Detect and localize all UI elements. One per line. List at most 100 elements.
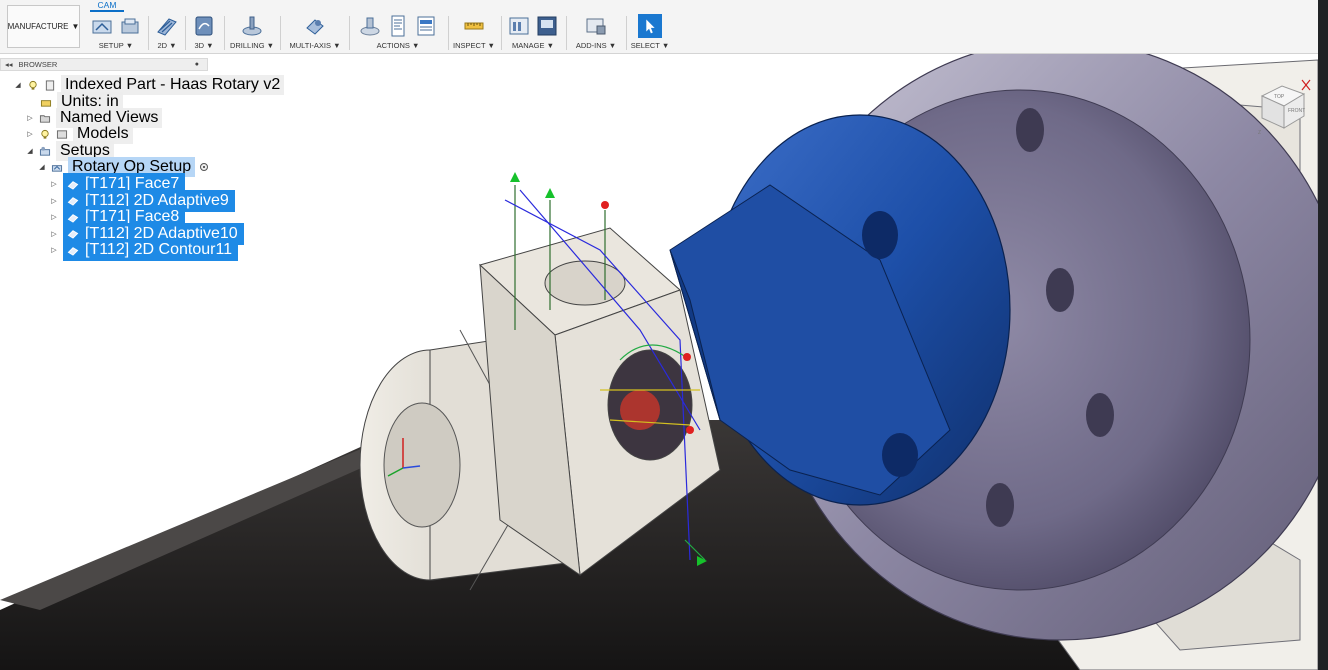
units-icon <box>40 99 52 107</box>
divider <box>626 16 627 50</box>
tab-cam[interactable]: CAM <box>90 0 124 12</box>
contour-op-icon <box>67 246 79 256</box>
tree-root[interactable]: ◢ Indexed Part - Haas Rotary v2 <box>14 75 285 95</box>
3d-viewport[interactable]: TOP FRONT Z <box>0 54 1318 670</box>
machining-scene <box>0 54 1318 670</box>
divider <box>224 16 225 50</box>
select-cursor-icon[interactable] <box>638 14 662 38</box>
named-views-row[interactable]: ▷ Named Views <box>26 108 163 128</box>
active-setup-radio[interactable] <box>200 163 209 171</box>
collapse-icon[interactable]: ◂◂ <box>5 60 13 69</box>
chevron-down-icon: ▼ <box>125 41 134 50</box>
drilling-menu[interactable]: DRILLING ▼ <box>228 41 276 50</box>
browser-panel: ◂◂ BROWSER ● <box>0 58 208 71</box>
simulate-icon[interactable] <box>358 14 382 38</box>
2d-group: 2D ▼ <box>152 14 182 52</box>
3d-menu[interactable]: 3D ▼ <box>188 41 220 50</box>
setup-menu[interactable]: SETUP ▼ <box>88 41 144 50</box>
lightbulb-icon[interactable] <box>39 129 51 140</box>
expand-closed-icon[interactable]: ▷ <box>50 213 58 221</box>
inspect-menu[interactable]: INSPECT ▼ <box>451 41 497 50</box>
expand-closed-icon[interactable]: ▷ <box>26 130 34 138</box>
fusion-cam-window: MANUFACTURE ▼ CAM SETUP ▼ 2D ▼ 3D ▼ DRIL… <box>0 0 1328 670</box>
actions-label: ACTIONS <box>376 41 410 50</box>
post-process-icon[interactable] <box>386 14 410 38</box>
add-ins-menu[interactable]: ADD-INS ▼ <box>570 41 622 50</box>
divider <box>280 16 281 50</box>
browser-header[interactable]: ◂◂ BROWSER ● <box>0 58 208 71</box>
expand-open-icon[interactable]: ◢ <box>14 81 22 89</box>
browser-title: BROWSER <box>18 60 58 69</box>
pin-icon[interactable]: ● <box>195 61 199 68</box>
actions-menu[interactable]: ACTIONS ▼ <box>352 41 444 50</box>
expand-open-icon[interactable]: ◢ <box>38 163 46 171</box>
2d-milling-icon[interactable] <box>155 14 179 38</box>
models-row[interactable]: ▷ Models <box>26 124 133 144</box>
part-bore <box>383 402 461 528</box>
divider <box>148 16 149 50</box>
new-setup-icon[interactable] <box>90 14 114 38</box>
manage-label: MANAGE <box>511 41 545 50</box>
operation-row[interactable]: ▷ [T112] 2D Contour11 <box>50 239 239 261</box>
setup-label: SETUP <box>98 41 124 50</box>
setup-icon <box>51 164 63 172</box>
divider <box>448 16 449 50</box>
operation-label: [T112] 2D Contour11 <box>85 241 233 258</box>
chevron-down-icon: ▼ <box>487 41 495 50</box>
operation-item[interactable]: [T112] 2D Contour11 <box>63 239 239 261</box>
viewcube-front-label: FRONT <box>1288 108 1305 114</box>
fixture-hole <box>882 433 918 477</box>
manage-menu[interactable]: MANAGE ▼ <box>504 41 562 50</box>
multi-axis-menu[interactable]: MULTI-AXIS ▼ <box>284 41 346 50</box>
face-op-icon <box>67 213 79 223</box>
multi-axis-group: MULTI-AXIS ▼ <box>284 14 346 52</box>
expand-closed-icon[interactable]: ▷ <box>50 246 58 254</box>
setup-row[interactable]: ◢ Rotary Op Setup <box>38 157 209 177</box>
expand-open-icon[interactable]: ◢ <box>26 147 34 155</box>
measure-icon[interactable] <box>462 14 486 38</box>
tool-library-icon[interactable] <box>507 14 531 38</box>
models-icon <box>56 129 68 139</box>
setups-row[interactable]: ◢ Setups <box>26 141 114 161</box>
expand-closed-icon[interactable]: ▷ <box>50 230 58 238</box>
chevron-down-icon: ▼ <box>412 41 420 50</box>
chevron-down-icon: ▼ <box>333 41 341 50</box>
workspace-switcher[interactable]: MANUFACTURE ▼ <box>7 5 80 48</box>
setup-group: SETUP ▼ <box>88 14 144 52</box>
2d-menu[interactable]: 2D ▼ <box>152 41 182 50</box>
chevron-down-icon: ▼ <box>608 41 617 50</box>
expand-closed-icon[interactable]: ▷ <box>26 114 34 122</box>
add-ins-label: ADD-INS <box>575 41 607 50</box>
select-menu[interactable]: SELECT ▼ <box>629 41 671 50</box>
select-group: SELECT ▼ <box>629 14 671 52</box>
expand-closed-icon[interactable]: ▷ <box>50 180 58 188</box>
chevron-down-icon: ▼ <box>661 41 670 50</box>
viewcube-top-label: TOP <box>1274 94 1285 100</box>
chevron-down-icon: ▼ <box>169 41 177 50</box>
actions-group: ACTIONS ▼ <box>352 14 444 52</box>
stock-setup-icon[interactable] <box>118 14 142 38</box>
setup-sheet-icon[interactable] <box>414 14 438 38</box>
window-edge <box>1318 0 1328 670</box>
divider <box>349 16 350 50</box>
add-ins-group: ADD-INS ▼ <box>570 14 622 52</box>
drill-icon[interactable] <box>240 14 264 38</box>
template-library-icon[interactable] <box>535 14 559 38</box>
scripts-addins-icon[interactable] <box>584 14 608 38</box>
multi-axis-label: MULTI-AXIS <box>289 41 331 50</box>
multi-axis-icon[interactable] <box>303 14 327 38</box>
lightbulb-icon[interactable] <box>27 80 39 91</box>
viewcube[interactable]: TOP FRONT Z <box>1252 76 1312 136</box>
select-label: SELECT <box>630 41 660 50</box>
chevron-down-icon: ▼ <box>71 22 80 31</box>
ribbon-toolbar: MANUFACTURE ▼ CAM SETUP ▼ 2D ▼ 3D ▼ DRIL… <box>0 0 1318 54</box>
drilling-group: DRILLING ▼ <box>228 14 276 52</box>
inspect-label: INSPECT <box>453 41 486 50</box>
adaptive-op-icon <box>67 230 79 239</box>
units-row[interactable]: Units: in <box>40 92 123 112</box>
expand-closed-icon[interactable]: ▷ <box>50 197 58 205</box>
document-icon <box>45 79 55 91</box>
adaptive-op-icon <box>67 197 79 206</box>
workspace-label: MANUFACTURE <box>7 22 69 31</box>
3d-milling-icon[interactable] <box>192 14 216 38</box>
